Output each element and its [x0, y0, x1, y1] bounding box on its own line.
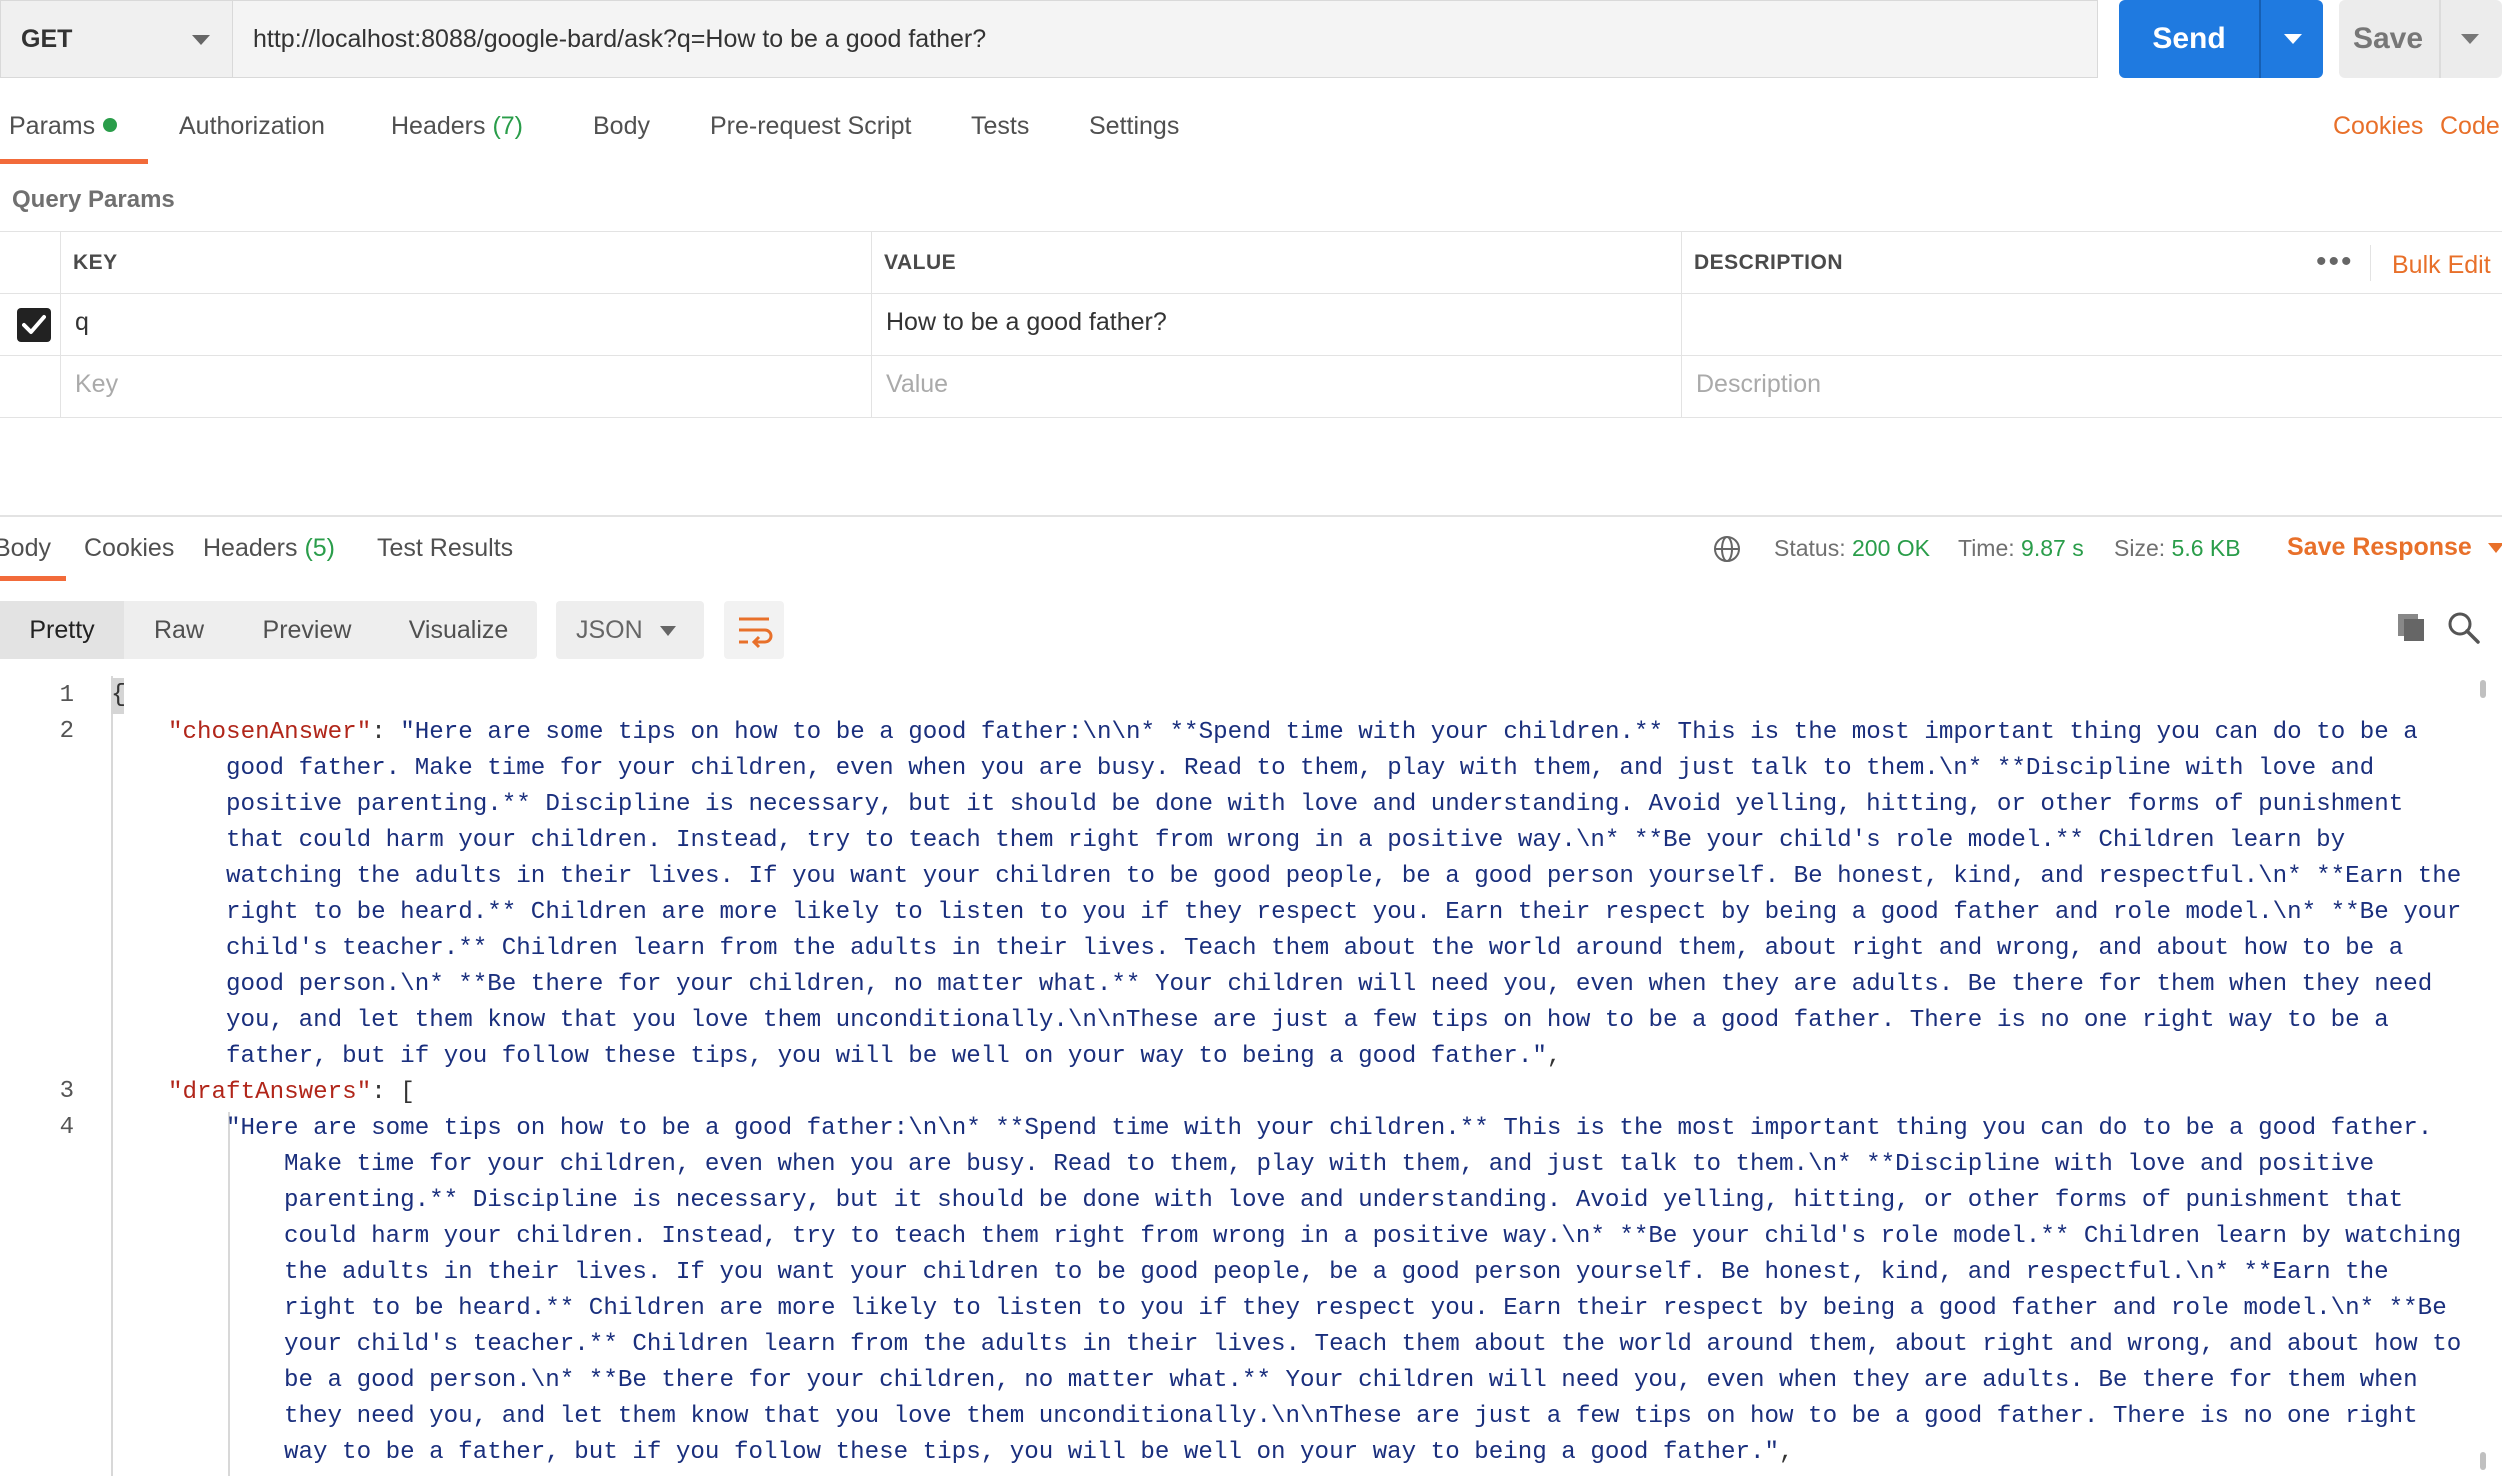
size-readout: Size: 5.6 KB [2114, 535, 2241, 562]
line-number: 4 [59, 1114, 74, 1141]
tab-tests-label: Tests [971, 112, 1030, 140]
params-active-dot [103, 118, 118, 133]
globe-icon[interactable] [1712, 534, 1742, 564]
json-line-draft-answers: "draftAnswers": [ [168, 1079, 415, 1106]
fold-guide [111, 676, 113, 1476]
json-line-chosen-answer: "chosenAnswer": "Here are some tips on h… [168, 719, 2476, 1070]
chevron-down-icon[interactable] [2461, 34, 2479, 44]
response-headers-count: (5) [304, 534, 336, 562]
param-value-cell[interactable]: How to be a good father? [886, 308, 1167, 337]
bulk-edit-link[interactable]: Bulk Edit [2392, 251, 2491, 280]
format-select[interactable]: JSON [556, 601, 704, 659]
new-description-input[interactable]: Description [1696, 370, 1821, 399]
tab-tests[interactable]: Tests [971, 112, 1029, 141]
save-response-button[interactable]: Save Response [2287, 533, 2502, 562]
json-line-draft-item: "Here are some tips on how to be a good … [226, 1111, 2466, 1477]
response-tab-test-results[interactable]: Test Results [377, 534, 513, 563]
param-enabled-checkbox[interactable] [17, 308, 51, 342]
query-params-table: KEY VALUE DESCRIPTION ••• Bulk Edit q Ho… [0, 231, 2502, 418]
save-label: Save [2352, 22, 2424, 55]
search-icon[interactable] [2446, 610, 2482, 646]
json-open-brace: { [111, 680, 127, 709]
status-value: 200 OK [1852, 535, 1930, 561]
column-header-key: KEY [73, 251, 118, 274]
json-key: "chosenAnswer" [168, 719, 372, 746]
tab-body-label: Body [593, 112, 650, 140]
response-tab-cookies-label: Cookies [84, 534, 175, 562]
send-divider [2259, 0, 2261, 78]
tab-authorization-label: Authorization [179, 112, 325, 140]
response-tab-active-indicator [0, 576, 66, 581]
time-label: Time: [1958, 535, 2015, 561]
cookies-link[interactable]: Cookies [2333, 112, 2423, 141]
tab-settings-label: Settings [1089, 112, 1180, 140]
new-key-input[interactable]: Key [75, 370, 118, 399]
size-label: Size: [2114, 535, 2166, 561]
wrap-lines-button[interactable] [724, 601, 784, 659]
chevron-down-icon [660, 626, 676, 636]
tab-params[interactable]: Params [9, 112, 118, 141]
chevron-down-icon [2487, 543, 2502, 554]
line-number: 1 [59, 682, 74, 709]
scrollbar-thumb[interactable] [2480, 1452, 2486, 1470]
url-text: http://localhost:8088/google-bard/ask?q=… [253, 24, 987, 53]
tab-active-indicator [0, 159, 148, 164]
view-pretty-button[interactable]: Pretty [0, 601, 124, 659]
json-string-value: "Here are some tips on how to be a good … [226, 1115, 2462, 1466]
chevron-down-icon[interactable] [2284, 34, 2302, 44]
method-label: GET [21, 24, 73, 53]
response-tab-headers-label: Headers [203, 534, 298, 562]
headers-count: (7) [492, 112, 524, 140]
line-number: 3 [59, 1078, 74, 1105]
pane-divider[interactable] [0, 515, 2502, 517]
scrollbar-thumb[interactable] [2480, 680, 2486, 698]
wrap-lines-icon [739, 617, 773, 649]
line-number: 2 [59, 718, 74, 745]
tab-body[interactable]: Body [593, 112, 650, 141]
method-select[interactable]: GET [0, 0, 232, 78]
json-string-value: "Here are some tips on how to be a good … [226, 719, 2476, 1070]
tab-params-label: Params [9, 112, 96, 140]
status-label: Status: [1774, 535, 1846, 561]
time-value: 9.87 s [2021, 535, 2084, 561]
response-tab-headers[interactable]: Headers (5) [203, 534, 335, 563]
copy-icon[interactable] [2394, 610, 2428, 644]
size-value: 5.6 KB [2171, 535, 2241, 561]
tab-headers[interactable]: Headers (7) [391, 112, 523, 141]
column-header-value: VALUE [884, 251, 957, 274]
code-link[interactable]: Code [2440, 112, 2500, 141]
view-raw-button[interactable]: Raw [124, 601, 234, 659]
view-visualize-button[interactable]: Visualize [380, 601, 537, 659]
time-readout: Time: 9.87 s [1958, 535, 2084, 562]
response-tab-body-label: Body [0, 534, 51, 562]
response-tab-cookies[interactable]: Cookies [84, 534, 174, 563]
save-button[interactable]: Save [2339, 0, 2502, 78]
check-icon [22, 315, 46, 334]
tab-pre-request-label: Pre-request Script [710, 112, 912, 140]
query-params-label: Query Params [12, 186, 175, 213]
tab-settings[interactable]: Settings [1089, 112, 1179, 141]
format-label: JSON [576, 616, 643, 644]
response-tab-body[interactable]: Body [0, 534, 51, 563]
param-key-cell[interactable]: q [75, 308, 89, 337]
more-options-icon[interactable]: ••• [2316, 245, 2354, 279]
tab-headers-label: Headers [391, 112, 486, 140]
view-mode-group: Pretty Raw Preview Visualize [0, 601, 537, 659]
chevron-down-icon [192, 35, 210, 45]
send-button[interactable]: Send [2119, 0, 2323, 78]
json-key: "draftAnswers" [168, 1079, 372, 1106]
url-input[interactable]: http://localhost:8088/google-bard/ask?q=… [232, 0, 2098, 78]
tab-authorization[interactable]: Authorization [179, 112, 325, 141]
column-header-description: DESCRIPTION [1694, 251, 1844, 274]
tab-pre-request-script[interactable]: Pre-request Script [710, 112, 911, 141]
new-value-input[interactable]: Value [886, 370, 948, 399]
send-label: Send [2152, 22, 2226, 55]
save-divider [2439, 0, 2441, 78]
status-readout: Status: 200 OK [1774, 535, 1930, 562]
view-preview-button[interactable]: Preview [234, 601, 380, 659]
save-response-label: Save Response [2287, 533, 2472, 561]
response-tab-test-results-label: Test Results [377, 534, 514, 562]
